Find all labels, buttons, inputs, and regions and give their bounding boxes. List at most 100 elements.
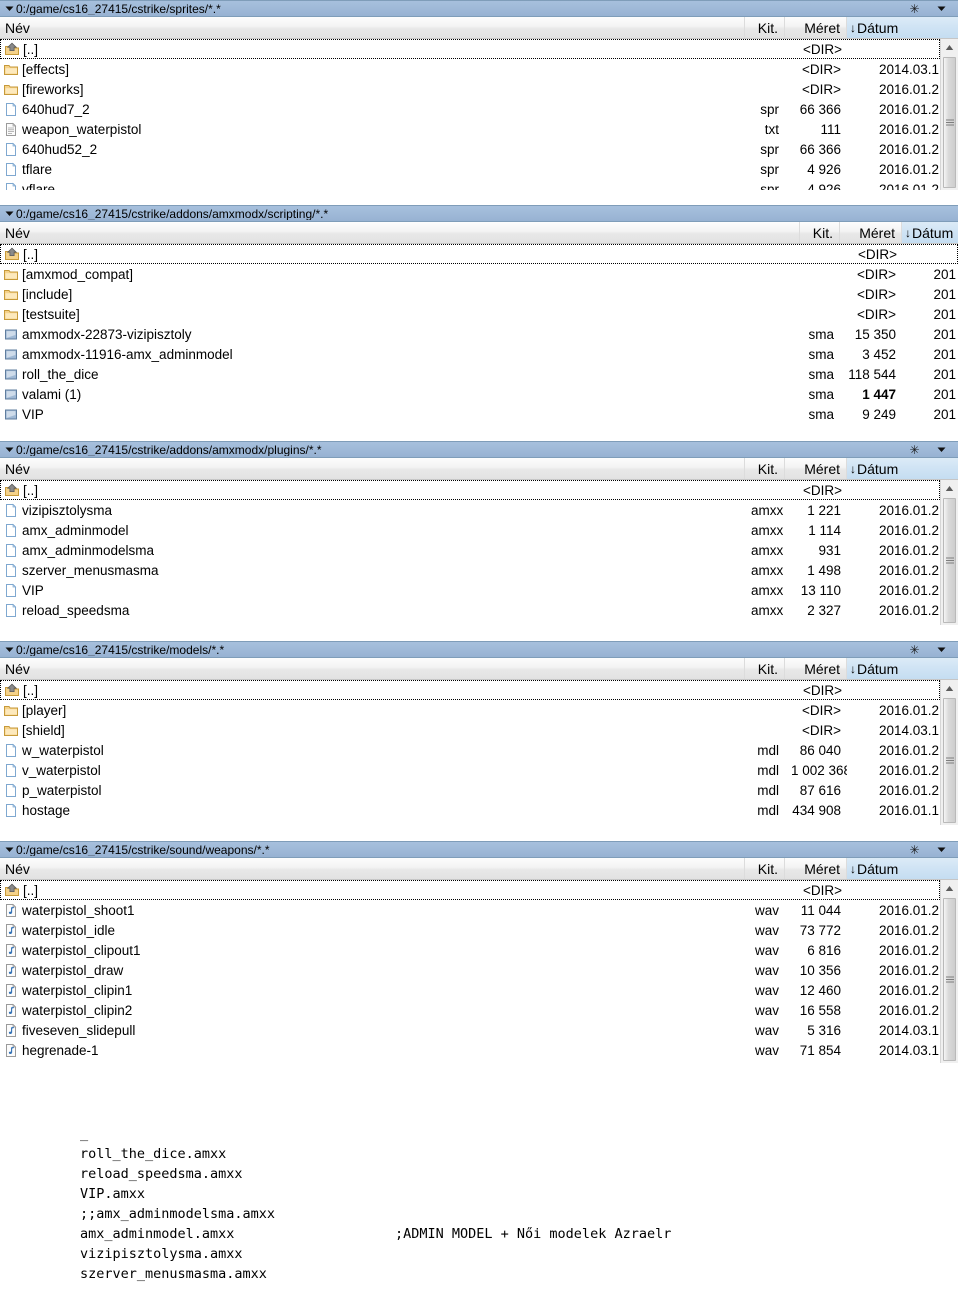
editor-line[interactable]: reload_speedsma.amxx: [0, 1164, 958, 1184]
file-row-name-cell[interactable]: waterpistol_draw: [0, 963, 745, 978]
file-row[interactable]: VIP amxx 13 110 2016.01.2: [0, 580, 940, 600]
column-header-date[interactable]: ↓ Dátum: [847, 658, 958, 679]
file-list[interactable]: [..] <DIR> waterpistol_shoot1 wav 11 044 2016…: [0, 880, 940, 1063]
file-row-name-cell[interactable]: amx_adminmodel: [0, 523, 745, 538]
panel-titlebar[interactable]: 0:/game/cs16_27415/cstrike/addons/amxmod…: [0, 205, 958, 222]
scroll-up-arrow-icon[interactable]: [941, 480, 958, 496]
file-row[interactable]: fiveseven_slidepull wav 5 316 2014.03.1: [0, 1020, 940, 1040]
scrollbar-thumb[interactable]: [943, 698, 956, 823]
panel-menu-chevron-icon[interactable]: [935, 443, 948, 456]
column-header-kit[interactable]: Kit.: [745, 858, 785, 879]
file-row[interactable]: p_waterpistol mdl 87 616 2016.01.2: [0, 780, 940, 800]
panel-path-label[interactable]: 0:/game/cs16_27415/cstrike/models/*.*: [16, 644, 908, 656]
file-row-name-cell[interactable]: [include]: [0, 287, 800, 302]
file-panel[interactable]: 0:/game/cs16_27415/cstrike/addons/amxmod…: [0, 441, 958, 625]
chevron-down-icon[interactable]: [4, 3, 15, 14]
file-row[interactable]: vflare spr 4 926 2016.01.2: [0, 179, 940, 190]
file-row[interactable]: amxmodx-11916-amx_adminmodel sma 3 452 201: [0, 344, 958, 364]
panel-titlebar[interactable]: 0:/game/cs16_27415/cstrike/sound/weapons…: [0, 841, 958, 858]
column-header-name[interactable]: Név: [0, 17, 745, 38]
file-row-name-cell[interactable]: reload_speedsma: [0, 603, 745, 618]
file-row-name-cell[interactable]: [..]: [1, 683, 746, 698]
file-row[interactable]: weapon_waterpistol txt 111 2016.01.2: [0, 119, 940, 139]
file-row-name-cell[interactable]: [..]: [1, 42, 746, 57]
vertical-scrollbar[interactable]: [940, 880, 958, 1063]
file-row-name-cell[interactable]: tflare: [0, 162, 745, 177]
file-row-name-cell[interactable]: hegrenade-1: [0, 1043, 745, 1058]
file-row-name-cell[interactable]: w_waterpistol: [0, 743, 745, 758]
file-row[interactable]: amx_adminmodelsma amxx 931 2016.01.2: [0, 540, 940, 560]
editor-line[interactable]: _: [0, 1124, 958, 1144]
file-row-name-cell[interactable]: roll_the_dice: [0, 367, 800, 382]
file-row-name-cell[interactable]: [player]: [0, 703, 745, 718]
file-row[interactable]: [shield] <DIR> 2014.03.1: [0, 720, 940, 740]
panel-path-label[interactable]: 0:/game/cs16_27415/cstrike/addons/amxmod…: [16, 208, 958, 220]
file-row-name-cell[interactable]: v_waterpistol: [0, 763, 745, 778]
scrollbar-track[interactable]: [941, 696, 958, 825]
file-row[interactable]: [..] <DIR>: [0, 39, 940, 59]
panel-titlebar[interactable]: 0:/game/cs16_27415/cstrike/models/*.* ✳: [0, 641, 958, 658]
column-header-size[interactable]: Méret: [840, 222, 902, 243]
file-row-name-cell[interactable]: vizipisztolysma: [0, 503, 745, 518]
panel-menu-chevron-icon[interactable]: [935, 843, 948, 856]
column-header-size[interactable]: Méret: [785, 858, 847, 879]
file-row[interactable]: waterpistol_clipin2 wav 16 558 2016.01.2: [0, 1000, 940, 1020]
scroll-up-arrow-icon[interactable]: [941, 880, 958, 896]
file-row-name-cell[interactable]: waterpistol_idle: [0, 923, 745, 938]
file-panel[interactable]: 0:/game/cs16_27415/cstrike/models/*.* ✳ Né…: [0, 641, 958, 825]
file-row[interactable]: hegrenade-1 wav 71 854 2014.03.1: [0, 1040, 940, 1060]
file-row[interactable]: waterpistol_idle wav 73 772 2016.01.2: [0, 920, 940, 940]
file-row[interactable]: [..] <DIR>: [0, 244, 958, 264]
file-row[interactable]: [player] <DIR> 2016.01.2: [0, 700, 940, 720]
file-row-name-cell[interactable]: amxmodx-22873-vizipisztoly: [0, 327, 800, 342]
path-dropdown-caret-icon[interactable]: [2, 207, 16, 221]
file-row-name-cell[interactable]: waterpistol_shoot1: [0, 903, 745, 918]
column-header-size[interactable]: Méret: [785, 17, 847, 38]
chevron-down-icon[interactable]: [936, 444, 947, 455]
column-header-kit[interactable]: Kit.: [745, 458, 785, 479]
file-list[interactable]: [..] <DIR> [player] <DIR> 2016.01.2 [shield] <…: [0, 680, 940, 825]
file-row-name-cell[interactable]: [..]: [1, 883, 746, 898]
text-editor-pane[interactable]: _ roll_the_dice.amxx reload_speedsma.amxx V…: [0, 1124, 958, 1290]
file-row[interactable]: [effects] <DIR> 2014.03.1: [0, 59, 940, 79]
scroll-up-arrow-icon[interactable]: [941, 39, 958, 55]
editor-line[interactable]: amx_adminmodel.amxx ;ADMIN MODEL + Női mo…: [0, 1224, 958, 1244]
file-row-name-cell[interactable]: szerver_menusmasma: [0, 563, 745, 578]
file-row-name-cell[interactable]: [fireworks]: [0, 82, 745, 97]
file-row-name-cell[interactable]: p_waterpistol: [0, 783, 745, 798]
file-row-name-cell[interactable]: [..]: [1, 247, 801, 262]
column-header-size[interactable]: Méret: [785, 658, 847, 679]
path-dropdown-caret-icon[interactable]: [2, 843, 16, 857]
scrollbar-track[interactable]: [941, 496, 958, 625]
star-icon[interactable]: ✳: [908, 843, 921, 856]
column-header-kit[interactable]: Kit.: [800, 222, 840, 243]
file-row[interactable]: amxmodx-22873-vizipisztoly sma 15 350 201: [0, 324, 958, 344]
file-row-name-cell[interactable]: [amxmod_compat]: [0, 267, 800, 282]
file-row[interactable]: [..] <DIR>: [0, 680, 940, 700]
star-icon[interactable]: ✳: [908, 2, 921, 15]
scrollbar-thumb[interactable]: [943, 498, 956, 623]
file-row-name-cell[interactable]: VIP: [0, 583, 745, 598]
chevron-down-icon[interactable]: [4, 444, 15, 455]
file-row-name-cell[interactable]: VIP: [0, 407, 800, 422]
scrollbar-thumb[interactable]: [943, 898, 956, 1061]
column-header-name[interactable]: Név: [0, 458, 745, 479]
file-row[interactable]: tflare spr 4 926 2016.01.2: [0, 159, 940, 179]
file-panel[interactable]: 0:/game/cs16_27415/cstrike/sound/weapons…: [0, 841, 958, 1063]
vertical-scrollbar[interactable]: [940, 480, 958, 625]
path-dropdown-caret-icon[interactable]: [2, 2, 16, 16]
file-row[interactable]: w_waterpistol mdl 86 040 2016.01.2: [0, 740, 940, 760]
panel-path-label[interactable]: 0:/game/cs16_27415/cstrike/sound/weapons…: [16, 844, 908, 856]
file-row-name-cell[interactable]: fiveseven_slidepull: [0, 1023, 745, 1038]
chevron-down-icon[interactable]: [4, 644, 15, 655]
file-row-name-cell[interactable]: 640hud7_2: [0, 102, 745, 117]
file-row[interactable]: waterpistol_clipin1 wav 12 460 2016.01.2: [0, 980, 940, 1000]
file-row[interactable]: waterpistol_draw wav 10 356 2016.01.2: [0, 960, 940, 980]
file-row-name-cell[interactable]: hostage: [0, 803, 745, 818]
file-row-name-cell[interactable]: amxmodx-11916-amx_adminmodel: [0, 347, 800, 362]
column-header-name[interactable]: Név: [0, 858, 745, 879]
chevron-down-icon[interactable]: [936, 844, 947, 855]
scroll-up-arrow-icon[interactable]: [941, 680, 958, 696]
column-header-kit[interactable]: Kit.: [745, 658, 785, 679]
column-header-name[interactable]: Név: [0, 658, 745, 679]
